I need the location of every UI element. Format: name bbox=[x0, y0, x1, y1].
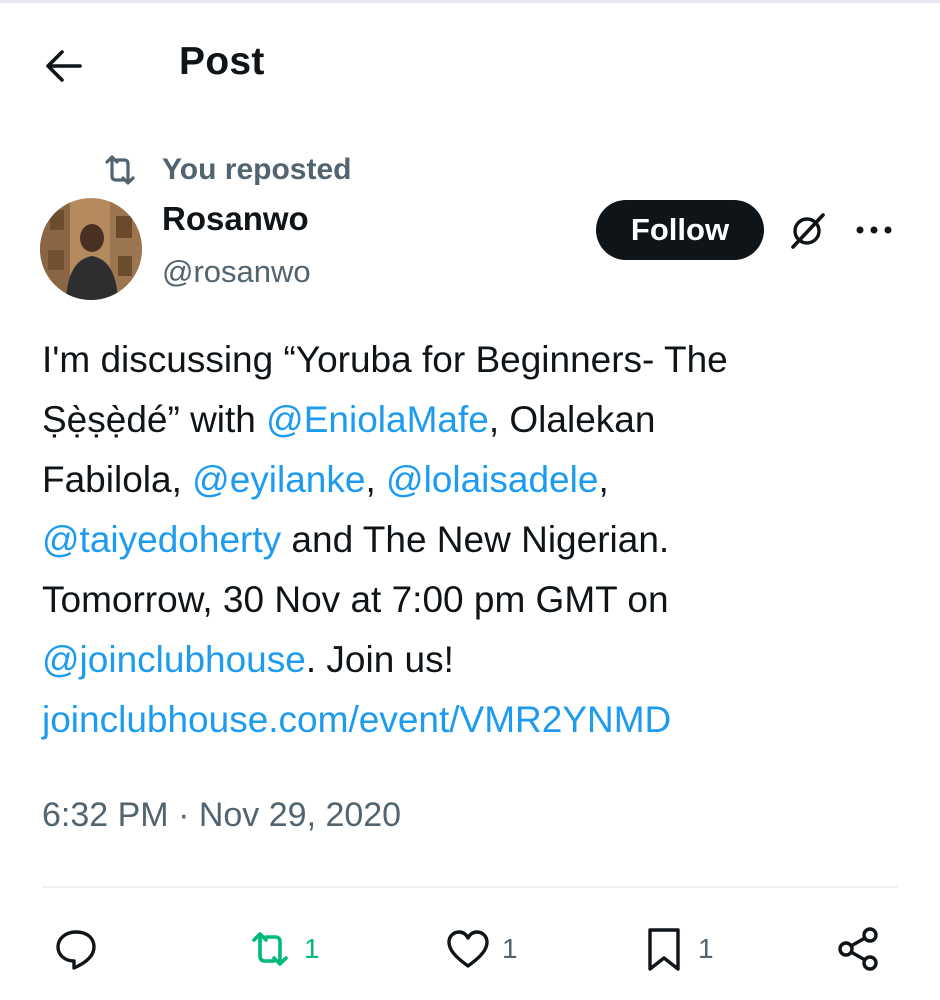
repost-banner-text: You reposted bbox=[162, 153, 352, 186]
repost-icon bbox=[105, 155, 135, 185]
post-text-segment: I'm discussing “Yoruba for Beginners- Th… bbox=[42, 339, 728, 380]
url-link[interactable]: joinclubhouse.com/event/VMR2YNMD bbox=[42, 699, 671, 740]
repost-button[interactable]: 1 bbox=[246, 922, 320, 976]
author-name[interactable]: Rosanwo bbox=[162, 200, 309, 238]
mention-link[interactable]: @EniolaMafe bbox=[266, 399, 489, 440]
post-text-segment: Ṣẹ̀ṣẹ̀dé” with bbox=[42, 399, 267, 440]
post-text-segment: Fabilola, bbox=[42, 459, 193, 500]
post-text-line: Ṣẹ̀ṣẹ̀dé” with @EniolaMafe, Olalekan bbox=[42, 390, 912, 450]
like-button[interactable]: 1 bbox=[444, 922, 518, 976]
reply-button[interactable] bbox=[52, 922, 110, 976]
mention-link[interactable]: @eyilanke bbox=[192, 459, 365, 500]
post-text-line: Tomorrow, 30 Nov at 7:00 pm GMT on bbox=[42, 570, 912, 630]
reply-icon bbox=[56, 930, 96, 970]
post-text-line: @taiyedoherty and The New Nigerian. bbox=[42, 510, 912, 570]
author-handle: @rosanwo bbox=[162, 254, 311, 289]
post-text-segment: , bbox=[598, 459, 609, 500]
post-text-segment: Tomorrow, 30 Nov at 7:00 pm GMT on bbox=[42, 579, 669, 620]
share-icon bbox=[838, 927, 878, 971]
post-text-line: joinclubhouse.com/event/VMR2YNMD bbox=[42, 690, 912, 750]
post-text: I'm discussing “Yoruba for Beginners- Th… bbox=[42, 330, 912, 750]
divider bbox=[42, 886, 898, 888]
post-text-line: I'm discussing “Yoruba for Beginners- Th… bbox=[42, 330, 912, 390]
post-text-segment: , bbox=[365, 459, 387, 500]
heart-icon bbox=[447, 930, 489, 968]
post-text-segment: , Olalekan bbox=[488, 399, 656, 440]
back-button[interactable] bbox=[40, 44, 88, 88]
mention-link[interactable]: @joinclubhouse bbox=[42, 639, 306, 680]
more-horizontal-icon bbox=[856, 226, 892, 234]
repost-icon bbox=[252, 932, 288, 966]
more-options-button[interactable] bbox=[852, 210, 896, 250]
header: Post bbox=[0, 30, 940, 102]
top-divider bbox=[0, 0, 940, 3]
bookmark-button[interactable]: 1 bbox=[640, 922, 714, 976]
like-count: 1 bbox=[502, 933, 518, 964]
grok-icon bbox=[791, 213, 825, 249]
post-text-segment: and The New Nigerian. bbox=[281, 519, 670, 560]
mention-link[interactable]: @taiyedoherty bbox=[42, 519, 281, 560]
page-title: Post bbox=[179, 40, 265, 83]
bookmark-icon bbox=[648, 928, 680, 971]
post-text-segment: . Join us! bbox=[305, 639, 454, 680]
post-text-line: @joinclubhouse. Join us! bbox=[42, 630, 912, 690]
post-timestamp[interactable]: 6:32 PM · Nov 29, 2020 bbox=[42, 796, 401, 835]
grok-button[interactable] bbox=[786, 208, 830, 252]
avatar[interactable] bbox=[40, 198, 142, 300]
bookmark-count: 1 bbox=[698, 933, 714, 964]
arrow-left-icon bbox=[46, 50, 82, 82]
post-text-line: Fabilola, @eyilanke, @lolaisadele, bbox=[42, 450, 912, 510]
mention-link[interactable]: @lolaisadele bbox=[386, 459, 598, 500]
avatar-image bbox=[40, 198, 142, 300]
share-button[interactable] bbox=[834, 922, 892, 976]
follow-button[interactable]: Follow bbox=[596, 200, 764, 260]
repost-banner: You reposted bbox=[100, 148, 351, 192]
repost-count: 1 bbox=[304, 933, 320, 964]
action-bar: 1 1 1 bbox=[0, 912, 940, 988]
